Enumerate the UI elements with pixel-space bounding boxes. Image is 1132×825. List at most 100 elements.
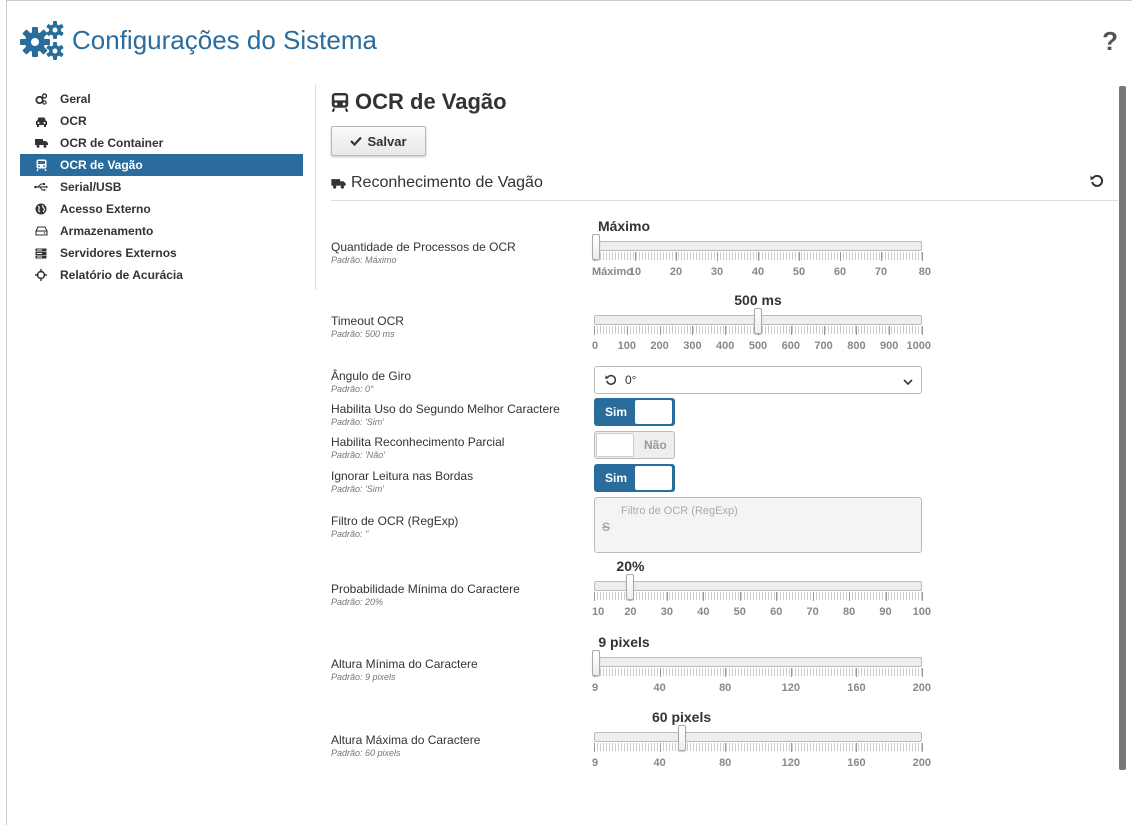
slider-handle[interactable] (754, 308, 762, 334)
slider-tick-label: 60 (833, 266, 847, 278)
server-icon (32, 248, 50, 259)
parcial-toggle[interactable]: Não (594, 431, 675, 459)
bordas-toggle[interactable]: Sim (594, 464, 675, 492)
sidebar-item-servidores-externos[interactable]: Servidores Externos (20, 242, 303, 264)
toggle-knob (635, 400, 672, 424)
slider-track[interactable] (594, 581, 922, 591)
hdd-icon (32, 226, 50, 236)
slider-major-tick (739, 592, 741, 601)
field-label: Altura Mínima do Caractere (331, 657, 478, 671)
scrollbar[interactable] (1119, 86, 1126, 770)
globe-icon (32, 203, 50, 215)
slider-major-tick (666, 592, 668, 601)
save-button-label: Salvar (367, 133, 407, 149)
angulo-select[interactable]: 0° (594, 366, 922, 394)
slider-major-tick (594, 743, 595, 752)
slider-major-tick (659, 743, 661, 752)
sidebar-item-ocr-vagao[interactable]: OCR de Vagão (20, 154, 303, 176)
slider-tick-label: 80 (918, 266, 931, 278)
label-parcial: Habilita Reconhecimento Parcial Padrão: … (331, 435, 504, 460)
sidebar-item-ocr-container[interactable]: OCR de Container (20, 132, 303, 154)
slider-major-tick (881, 252, 882, 261)
slider-tick-label: 600 (781, 340, 800, 352)
field-label: Filtro de OCR (RegExp) (331, 514, 459, 528)
sidebar-item-label: Armazenamento (60, 224, 154, 238)
sidebar-item-serial-usb[interactable]: Serial/USB (20, 176, 303, 198)
slider-tick-label: 60 (770, 606, 783, 618)
field-default: Padrão: Máximo (331, 255, 397, 265)
sidebar-item-label: Relatório de Acurácia (60, 268, 183, 282)
slider-track[interactable] (594, 732, 922, 742)
slider-major-tick (790, 743, 792, 752)
section-title: Reconhecimento de Vagão (351, 174, 543, 191)
slider-minor-ticks (594, 743, 922, 751)
sidebar-item-relatorio-acuracia[interactable]: Relatório de Acurácia (20, 264, 303, 286)
slider-major-tick (635, 252, 636, 261)
slider-tick-label: 900 (880, 340, 899, 352)
slider-tick-label: 200 (650, 340, 669, 352)
toggle-state: Não (644, 438, 667, 452)
sidebar-item-ocr[interactable]: OCR (20, 110, 303, 132)
slider-tick-label: 0 (592, 340, 599, 352)
field-default: Padrão: 'Sim' (331, 417, 384, 427)
field-default: Padrão: 'Não' (331, 450, 385, 460)
slider-value: Máximo (597, 218, 651, 234)
slider-handle[interactable] (592, 650, 600, 676)
reset-icon[interactable] (1090, 174, 1104, 193)
slider-tick-label: 100 (617, 340, 636, 352)
label-altura-min: Altura Mínima do Caractere Padrão: 9 pix… (331, 657, 478, 682)
slider-tick-label: 90 (879, 606, 892, 618)
page-title-text: OCR de Vagão (355, 89, 507, 114)
slider-track[interactable] (594, 241, 922, 251)
sidebar-item-geral[interactable]: Geral (20, 88, 303, 110)
label-timeout: Timeout OCR Padrão: 500 ms (331, 314, 404, 339)
slider-tick-label: 80 (842, 606, 856, 618)
slider-major-tick (922, 326, 923, 335)
sidebar-item-acesso-externo[interactable]: Acesso Externo (20, 198, 303, 220)
sidebar-item-label: OCR de Vagão (60, 158, 143, 172)
segundo-toggle[interactable]: Sim (594, 398, 675, 426)
car-icon (32, 116, 50, 127)
slider-tick-label: 120 (781, 682, 800, 694)
slider-tick-label: 80 (719, 757, 732, 769)
toggle-state: Sim (605, 471, 628, 485)
slider-major-tick (717, 252, 718, 261)
sidebar-item-label: Acesso Externo (60, 202, 151, 216)
slider-tick-label: 40 (653, 757, 666, 769)
slider-major-tick (676, 252, 677, 261)
slider-tick-label: 1000 (906, 340, 931, 352)
field-label: Ângulo de Giro (331, 369, 412, 383)
label-altura-max: Altura Máxima do Caractere Padrão: 60 pi… (331, 733, 480, 758)
field-default: Padrão: 500 ms (331, 329, 395, 339)
label-bordas: Ignorar Leitura nas Bordas Padrão: 'Sim' (331, 469, 473, 494)
help-icon[interactable]: ? (1102, 26, 1118, 57)
slider-major-tick (812, 592, 814, 601)
toggle-state: Sim (605, 405, 628, 419)
slider-value: 60 pixels (651, 709, 712, 725)
slider-tick-label: 50 (792, 266, 806, 278)
slider-tick-label: 20 (669, 266, 683, 278)
slider-track[interactable] (594, 657, 922, 667)
field-default: Padrão: 0° (331, 384, 374, 394)
slider-major-tick (594, 592, 595, 601)
label-probabilidade: Probabilidade Mínima do Caractere Padrão… (331, 582, 520, 607)
slider-handle[interactable] (592, 234, 600, 260)
slider-tick-label: 200 (912, 682, 931, 694)
slider-handle[interactable] (626, 574, 635, 600)
filtro-textarea[interactable]: Filtro de OCR (RegExp) S (594, 497, 922, 553)
section-header: Reconhecimento de Vagão (331, 168, 1118, 198)
filtro-placeholder: Filtro de OCR (RegExp) (621, 505, 738, 517)
slider-major-tick (758, 252, 759, 261)
slider-tick-label: Máximo (592, 266, 633, 278)
slider-major-tick (725, 326, 727, 335)
sidebar-item-armazenamento[interactable]: Armazenamento (20, 220, 303, 242)
slider-major-tick (725, 668, 727, 677)
toggle-knob (596, 433, 634, 457)
sidebar: Geral OCR OCR de Container OCR de Vagão … (20, 88, 303, 286)
save-button[interactable]: Salvar (331, 126, 426, 156)
slider-handle[interactable] (677, 725, 686, 751)
page-title: OCR de Vagão (331, 86, 1118, 118)
slider-tick-label: 9 (592, 757, 599, 769)
slider-major-tick (922, 743, 923, 752)
field-default: Padrão: 'Sim' (331, 484, 384, 494)
